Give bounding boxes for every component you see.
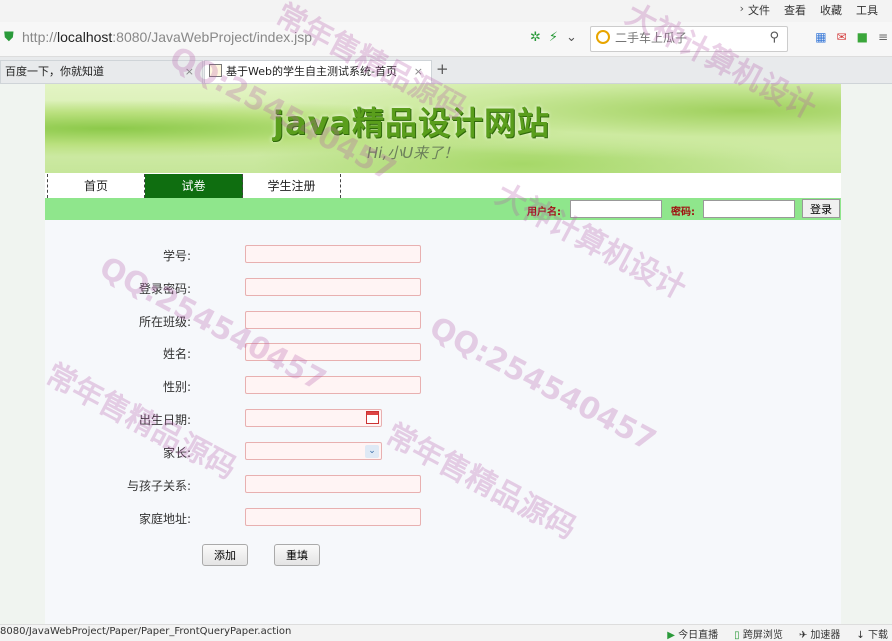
add-button[interactable]: 添加 [202, 544, 248, 566]
form-row-name: 姓名: [45, 342, 841, 364]
parent-select[interactable]: ⌄ [245, 442, 382, 460]
tab-label: 百度一下，你就知道 [5, 65, 104, 78]
search-box: ⚲ [590, 26, 788, 52]
student-id-input[interactable] [245, 245, 421, 263]
status-accelerator[interactable]: ✈ 加速器 [799, 626, 841, 641]
url-field[interactable]: http://localhost:8080/JavaWebProject/ind… [22, 29, 312, 45]
status-live[interactable]: ▶ 今日直播 [667, 626, 718, 641]
field-label: 家庭地址: [138, 512, 191, 526]
browser-menu: 文件 查看 收藏 工具 [748, 2, 878, 18]
menu-file[interactable]: 文件 [748, 2, 770, 18]
close-icon[interactable]: × [414, 61, 423, 83]
status-download-label: 下载 [868, 630, 888, 641]
nav-papers[interactable]: 试卷 [145, 174, 243, 198]
web-page: java精品设计网站 Hi,小U来了！ 首页 试卷 学生注册 用户名: 密码: … [45, 84, 841, 624]
password-label: 密码: [671, 207, 695, 218]
chevron-down-icon: ⌄ [365, 445, 379, 458]
lightning-icon[interactable]: ⚡ [549, 30, 558, 45]
password-input[interactable] [703, 200, 795, 218]
new-tab-button[interactable]: + [436, 60, 449, 78]
field-label: 登录密码: [138, 282, 191, 296]
form-row-gender: 性别: [45, 375, 841, 397]
birthdate-input[interactable] [245, 409, 382, 427]
extension-icon[interactable]: ■ [857, 30, 868, 44]
search-engine-icon [596, 30, 610, 44]
chevron-right-icon[interactable]: › [740, 2, 744, 15]
rocket-icon: ✈ [798, 630, 808, 641]
mail-icon[interactable]: ✉ [837, 30, 847, 44]
play-icon: ▶ [667, 630, 675, 641]
url-rest: :8080/JavaWebProject/index.jsp [112, 29, 313, 45]
field-label: 出生日期: [138, 413, 191, 427]
page-favicon-icon [209, 64, 222, 77]
menu-favorites[interactable]: 收藏 [820, 2, 842, 18]
refresh-icon[interactable]: ✲ [530, 30, 541, 45]
login-password-input[interactable] [245, 278, 421, 296]
toolbar-icons: ▦ ✉ ■ ≡ [815, 30, 888, 44]
login-bar: 用户名: 密码: 登录 [45, 198, 841, 220]
apps-icon[interactable]: ▦ [815, 30, 826, 44]
login-button[interactable]: 登录 [802, 199, 840, 218]
menu-tools[interactable]: 工具 [856, 2, 878, 18]
nav-home[interactable]: 首页 [47, 174, 145, 198]
status-cross-screen[interactable]: ▯ 跨屏浏览 [734, 626, 783, 641]
menu-icon[interactable]: ≡ [878, 30, 888, 44]
site-title: java精品设计网站 [273, 104, 551, 142]
relation-input[interactable] [245, 475, 421, 493]
address-bar: ⛊ http://localhost:8080/JavaWebProject/i… [0, 22, 892, 57]
name-input[interactable] [245, 343, 421, 361]
url-host: localhost [57, 29, 113, 45]
search-input[interactable] [613, 30, 767, 46]
field-label: 与孩子关系: [126, 479, 191, 493]
form-row-relation: 与孩子关系: [45, 474, 841, 496]
field-label: 学号: [162, 249, 191, 263]
class-input[interactable] [245, 311, 421, 329]
form-row-birthdate: 出生日期: [45, 408, 841, 430]
reset-button[interactable]: 重填 [274, 544, 320, 566]
site-subtitle: Hi,小U来了！ [367, 144, 459, 162]
tab-bar: 百度一下，你就知道 × 基于Web的学生自主测试系统-首页 × + [0, 57, 892, 84]
status-download[interactable]: ↓ 下载 [856, 626, 888, 641]
nav-student-register[interactable]: 学生注册 [243, 174, 341, 198]
calendar-icon[interactable] [366, 411, 379, 424]
gender-input[interactable] [245, 376, 421, 394]
register-form: 学号: 登录密码: 所在班级: 姓名: 性别: 出生日期: 家长: ⌄ 与孩子关 [45, 220, 841, 624]
address-icons: ✲ ⚡ ⌄ [530, 30, 577, 45]
shield-icon: ⛊ [4, 30, 14, 45]
status-items: ▶ 今日直播 ▯ 跨屏浏览 ✈ 加速器 ↓ 下载 [667, 626, 888, 641]
main-nav: 首页 试卷 学生注册 [45, 174, 841, 198]
download-icon: ↓ [856, 630, 865, 641]
url-prefix: http:// [22, 29, 58, 45]
username-input[interactable] [570, 200, 662, 218]
status-bar: 8080/JavaWebProject/Paper/Paper_FrontQue… [0, 624, 892, 641]
form-row-student-id: 学号: [45, 244, 841, 266]
phone-icon: ▯ [734, 630, 740, 641]
search-icon[interactable]: ⚲ [769, 30, 779, 45]
field-label: 姓名: [162, 347, 191, 361]
form-row-class: 所在班级: [45, 310, 841, 332]
username-label: 用户名: [527, 207, 561, 218]
status-url: 8080/JavaWebProject/Paper/Paper_FrontQue… [0, 626, 292, 637]
tab-baidu[interactable]: 百度一下，你就知道 × [0, 60, 203, 83]
menu-view[interactable]: 查看 [784, 2, 806, 18]
site-banner: java精品设计网站 Hi,小U来了！ [45, 84, 841, 173]
field-label: 所在班级: [138, 315, 191, 329]
close-icon[interactable]: × [185, 61, 194, 83]
status-live-label: 今日直播 [678, 630, 719, 641]
tab-label: 基于Web的学生自主测试系统-首页 [226, 65, 397, 78]
chevron-down-icon[interactable]: ⌄ [566, 30, 577, 45]
field-label: 性别: [162, 380, 191, 394]
status-accelerator-label: 加速器 [810, 630, 841, 641]
browser-menu-bar: › 文件 查看 收藏 工具 [0, 0, 892, 22]
form-row-address: 家庭地址: [45, 507, 841, 529]
status-cross-screen-label: 跨屏浏览 [742, 630, 783, 641]
form-row-password: 登录密码: [45, 277, 841, 299]
field-label: 家长: [162, 446, 191, 460]
address-input[interactable] [245, 508, 421, 526]
tab-index[interactable]: 基于Web的学生自主测试系统-首页 × [204, 60, 432, 83]
form-row-parent: 家长: ⌄ [45, 441, 841, 463]
